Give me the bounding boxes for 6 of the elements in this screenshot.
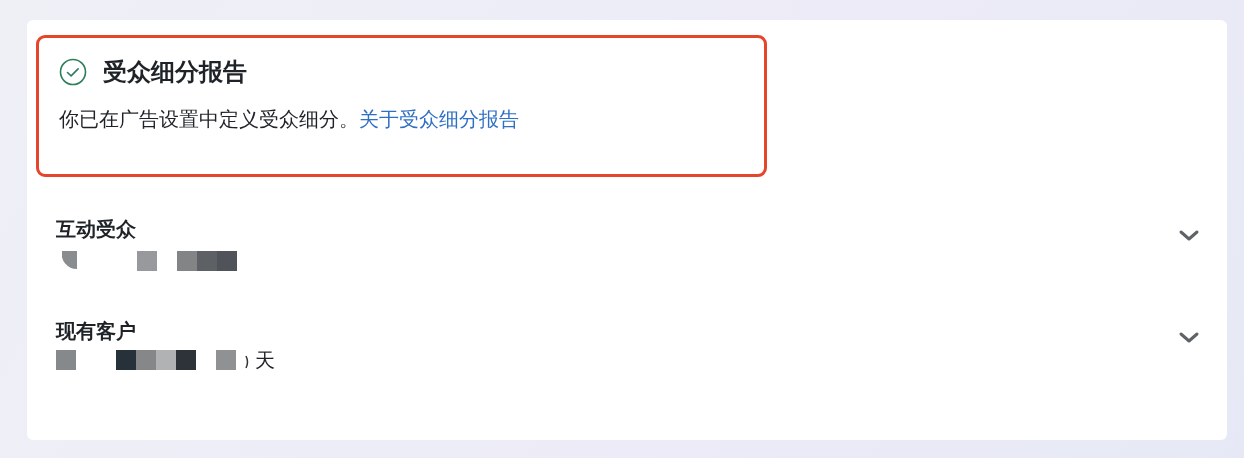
notice-text: 你已在广告设置中定义受众细分。关于受众细分报告 [59, 106, 520, 133]
section-title: 现有客户 [56, 318, 137, 345]
help-link[interactable]: 关于受众细分报告 [359, 107, 519, 131]
section-title: 互动受众 [56, 216, 137, 243]
detail-text: 天 [255, 349, 275, 371]
notice-title: 受众细分报告 [103, 57, 247, 87]
